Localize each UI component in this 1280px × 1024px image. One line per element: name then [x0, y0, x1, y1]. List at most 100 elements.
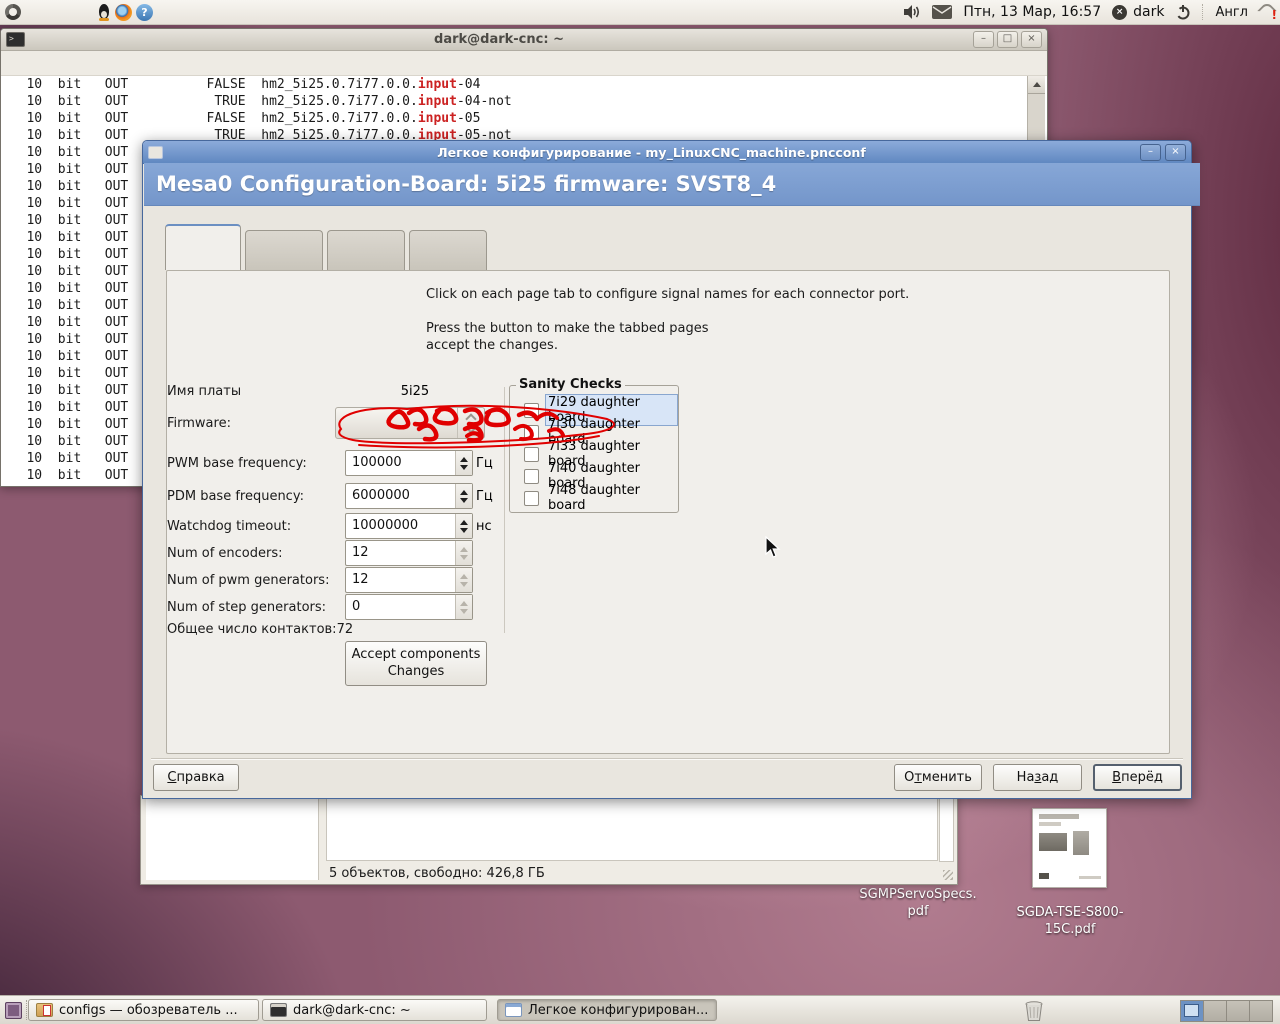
ubuntu-menu-icon[interactable] [5, 4, 21, 20]
file-manager-window[interactable]: 5 объектов, свободно: 426,8 ГБ [140, 795, 958, 885]
dialog-titlebar[interactable]: Легкое конфигурирование - my_LinuxCNC_ma… [143, 141, 1191, 164]
workspace-1[interactable] [1181, 1001, 1204, 1021]
file-manager-content[interactable] [326, 796, 938, 861]
checkbox[interactable] [524, 468, 539, 484]
workspace-switcher[interactable] [1180, 1000, 1273, 1022]
spin-row: Num of pwm generators: 12 [167, 567, 512, 593]
window-icon [505, 1003, 522, 1017]
tab[interactable] [165, 224, 241, 270]
spinbox-input[interactable]: 12 [345, 540, 473, 566]
checkbox[interactable] [524, 424, 539, 440]
tab[interactable] [245, 230, 323, 270]
close-button[interactable]: × [1021, 31, 1042, 48]
keyboard-layout-indicator[interactable]: Англ [1215, 5, 1248, 20]
spinbox-input[interactable]: 6000000 [345, 483, 473, 509]
window-icon [36, 1003, 53, 1017]
field-label: Num of step generators: [167, 599, 327, 615]
spinbox-input[interactable]: 100000 [345, 450, 473, 476]
taskbar-window-button[interactable]: dark@dark-cnc: ~ [262, 999, 487, 1021]
power-icon[interactable] [1175, 4, 1191, 20]
firmware-combobox[interactable] [335, 407, 485, 439]
close-button[interactable]: × [1165, 143, 1186, 161]
sanity-checks-title: Sanity Checks [516, 377, 625, 392]
terminal-titlebar[interactable]: > dark@dark-cnc: ~ – □ × [1, 29, 1047, 51]
terminal-row: 10 bit OUT TRUE hm2_5i25.0.7i77.0.0.inpu… [3, 94, 512, 109]
tab[interactable] [327, 230, 405, 270]
field-label: PDM base frequency: [167, 488, 304, 504]
firefox-launcher-icon[interactable] [115, 3, 132, 21]
scroll-up-arrow[interactable] [1028, 76, 1045, 94]
spin-up-icon [460, 546, 468, 552]
file-manager-sidebar[interactable] [146, 796, 319, 880]
spin-up-icon [460, 456, 468, 462]
spinbox-input[interactable]: 10000000 [345, 513, 473, 539]
trash-icon[interactable] [1022, 999, 1046, 1023]
window-icon [270, 1003, 287, 1017]
panel-separator [1202, 4, 1204, 20]
resize-grip[interactable] [943, 870, 953, 880]
checkbox[interactable] [524, 446, 539, 462]
terminal-menu-item[interactable] [66, 61, 86, 65]
spinner-arrows[interactable] [455, 595, 472, 619]
taskbar-window-button[interactable]: Легкое конфигурирован... [497, 999, 717, 1021]
user-menu[interactable]: × dark [1112, 4, 1164, 20]
desktop: ? Птн, 13 Мар, 16:57 × dark Англ ! > dar… [0, 0, 1280, 1024]
workspace-4[interactable] [1250, 1001, 1272, 1021]
spin-down-icon [460, 497, 468, 503]
spin-up-icon [460, 489, 468, 495]
desktop-icon-label[interactable]: SGDA-TSE-S800- 15C.pdf [1000, 904, 1140, 938]
spinner-arrows[interactable] [455, 514, 472, 538]
workspace-2[interactable] [1204, 1001, 1227, 1021]
spinbox-input[interactable]: 0 [345, 594, 473, 620]
network-icon[interactable]: ! [1257, 1, 1277, 22]
dialog-title: Легкое конфигурирование - my_LinuxCNC_ma… [437, 144, 866, 160]
checkbox[interactable] [524, 402, 539, 418]
tab[interactable] [409, 230, 487, 270]
mouse-cursor [765, 536, 781, 558]
spinner-arrows[interactable] [455, 451, 472, 475]
minimize-button[interactable]: – [1140, 143, 1161, 161]
spin-up-icon [460, 600, 468, 606]
show-desktop-button[interactable] [2, 999, 24, 1021]
accept-components-button[interactable]: Accept components Changes [345, 641, 487, 686]
help-button[interactable]: Справка [153, 764, 239, 791]
firmware-label: Firmware: [167, 415, 231, 431]
file-manager-scrollbar[interactable] [939, 797, 954, 862]
terminal-menu-item[interactable] [46, 61, 66, 65]
terminal-menu-item[interactable] [6, 61, 26, 65]
instruction-text: Click on each page tab to configure sign… [426, 287, 910, 302]
desktop-icon-label[interactable]: SGMPServoSpecs. pdf [848, 886, 988, 920]
spinner-arrows[interactable] [455, 568, 472, 592]
total-pins: Общее число контактов:72 [167, 622, 354, 637]
cancel-button[interactable]: Отменить [894, 764, 982, 791]
dialog-window-icon [148, 145, 163, 159]
spin-row: Watchdog timeout: 10000000 нс [167, 513, 512, 539]
forward-button[interactable]: Вперёд [1093, 764, 1182, 791]
spinbox-input[interactable]: 12 [345, 567, 473, 593]
maximize-button[interactable]: □ [997, 31, 1018, 48]
combo-arrows-icon[interactable] [457, 408, 484, 438]
tux-launcher-icon[interactable] [97, 3, 111, 21]
footer-separator [151, 758, 1183, 760]
terminal-menu-item[interactable] [86, 61, 106, 65]
sanity-checkbox-item[interactable]: 7i48 daughter board [510, 483, 678, 513]
mail-icon[interactable] [932, 5, 953, 19]
volume-icon[interactable] [903, 4, 921, 20]
checkbox[interactable] [524, 490, 539, 506]
workspace-3[interactable] [1227, 1001, 1250, 1021]
back-button[interactable]: Назад [993, 764, 1082, 791]
terminal-menu-item[interactable] [26, 61, 46, 65]
username: dark [1133, 4, 1165, 20]
terminal-window-icon: > [6, 32, 25, 47]
minimize-button[interactable]: – [973, 31, 994, 48]
spin-row: PDM base frequency: 6000000 Гц [167, 483, 512, 509]
help-launcher-icon[interactable]: ? [136, 3, 153, 21]
field-label: Watchdog timeout: [167, 518, 292, 534]
spinner-arrows[interactable] [455, 484, 472, 508]
taskbar-window-button[interactable]: configs — обозреватель ... [28, 999, 259, 1021]
pdf-file-icon[interactable] [1032, 808, 1107, 888]
spinner-arrows[interactable] [455, 541, 472, 565]
clock[interactable]: Птн, 13 Мар, 16:57 [963, 4, 1101, 20]
terminal-row: 10 bit OUT FALSE hm2_5i25.0.7i77.0.0.inp… [3, 77, 481, 92]
spin-down-icon [460, 608, 468, 614]
